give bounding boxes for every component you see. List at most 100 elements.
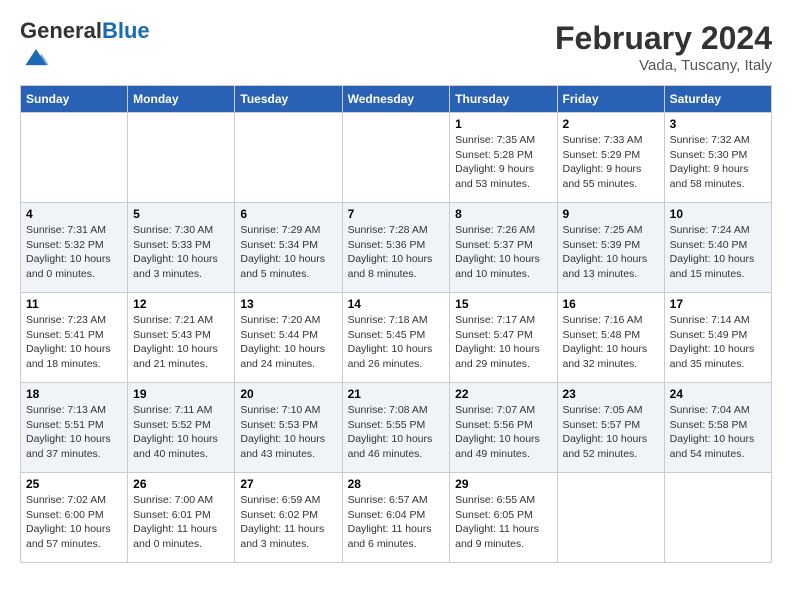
day-info: Sunrise: 7:05 AM Sunset: 5:57 PM Dayligh… (563, 403, 659, 462)
day-of-week-header: Monday (128, 86, 235, 113)
calendar-cell: 15Sunrise: 7:17 AM Sunset: 5:47 PM Dayli… (450, 293, 557, 383)
day-info: Sunrise: 7:11 AM Sunset: 5:52 PM Dayligh… (133, 403, 229, 462)
day-info: Sunrise: 7:02 AM Sunset: 6:00 PM Dayligh… (26, 493, 122, 552)
day-number: 25 (26, 477, 122, 491)
day-number: 3 (670, 117, 766, 131)
calendar-cell (235, 113, 342, 203)
day-info: Sunrise: 7:29 AM Sunset: 5:34 PM Dayligh… (240, 223, 336, 282)
calendar-cell: 29 Sunrise: 6:55 AM Sunset: 6:05 PM Dayli… (450, 473, 557, 563)
day-number: 22 (455, 387, 551, 401)
day-number: 24 (670, 387, 766, 401)
calendar-cell: 21 Sunrise: 7:08 AM Sunset: 5:55 PM Dayli… (342, 383, 450, 473)
day-number: 16 (563, 297, 659, 311)
calendar-cell (664, 473, 771, 563)
day-number: 18 (26, 387, 122, 401)
calendar-cell: 28 Sunrise: 6:57 AM Sunset: 6:04 PM Dayli… (342, 473, 450, 563)
calendar-cell: 7 Sunrise: 7:28 AM Sunset: 5:36 PM Daylig… (342, 203, 450, 293)
day-number: 26 (133, 477, 229, 491)
day-number: 19 (133, 387, 229, 401)
calendar-cell (128, 113, 235, 203)
day-number: 12 (133, 297, 229, 311)
calendar-cell: 20 Sunrise: 7:10 AM Sunset: 5:53 PM Dayli… (235, 383, 342, 473)
day-number: 11 (26, 297, 122, 311)
day-info: Sunrise: 7:20 AM Sunset: 5:44 PM Dayligh… (240, 313, 336, 372)
day-info: Sunrise: 7:14 AM Sunset: 5:49 PM Dayligh… (670, 313, 766, 372)
day-info: Sunrise: 7:23 AM Sunset: 5:41 PM Dayligh… (26, 313, 122, 372)
day-info: Sunrise: 7:32 AM Sunset: 5:30 PM Dayligh… (670, 133, 766, 192)
logo-blue-text: Blue (102, 18, 150, 43)
day-number: 17 (670, 297, 766, 311)
calendar-week-row: 4Sunrise: 7:31 AM Sunset: 5:32 PM Daylig… (21, 203, 772, 293)
calendar-cell: 4Sunrise: 7:31 AM Sunset: 5:32 PM Daylig… (21, 203, 128, 293)
location-subtitle: Vada, Tuscany, Italy (555, 57, 772, 74)
logo: GeneralBlue (20, 20, 150, 75)
day-info: Sunrise: 7:17 AM Sunset: 5:47 PM Dayligh… (455, 313, 551, 372)
day-number: 2 (563, 117, 659, 131)
calendar-cell: 1 Sunrise: 7:35 AM Sunset: 5:28 PM Daylig… (450, 113, 557, 203)
day-number: 9 (563, 207, 659, 221)
day-info: Sunrise: 7:04 AM Sunset: 5:58 PM Dayligh… (670, 403, 766, 462)
day-number: 1 (455, 117, 551, 131)
day-info: Sunrise: 6:59 AM Sunset: 6:02 PM Dayligh… (240, 493, 336, 552)
day-info: Sunrise: 7:25 AM Sunset: 5:39 PM Dayligh… (563, 223, 659, 282)
day-info: Sunrise: 7:35 AM Sunset: 5:28 PM Dayligh… (455, 133, 551, 192)
calendar-week-row: 25 Sunrise: 7:02 AM Sunset: 6:00 PM Dayli… (21, 473, 772, 563)
day-number: 10 (670, 207, 766, 221)
day-info: Sunrise: 7:28 AM Sunset: 5:36 PM Dayligh… (348, 223, 445, 282)
day-of-week-header: Sunday (21, 86, 128, 113)
day-info: Sunrise: 7:13 AM Sunset: 5:51 PM Dayligh… (26, 403, 122, 462)
day-number: 7 (348, 207, 445, 221)
calendar-cell: 19 Sunrise: 7:11 AM Sunset: 5:52 PM Dayli… (128, 383, 235, 473)
day-info: Sunrise: 7:07 AM Sunset: 5:56 PM Dayligh… (455, 403, 551, 462)
day-info: Sunrise: 7:10 AM Sunset: 5:53 PM Dayligh… (240, 403, 336, 462)
day-info: Sunrise: 7:08 AM Sunset: 5:55 PM Dayligh… (348, 403, 445, 462)
calendar-cell: 11 Sunrise: 7:23 AM Sunset: 5:41 PM Dayli… (21, 293, 128, 383)
day-info: Sunrise: 7:18 AM Sunset: 5:45 PM Dayligh… (348, 313, 445, 372)
day-number: 21 (348, 387, 445, 401)
calendar-cell: 25 Sunrise: 7:02 AM Sunset: 6:00 PM Dayli… (21, 473, 128, 563)
day-number: 6 (240, 207, 336, 221)
calendar-cell: 24 Sunrise: 7:04 AM Sunset: 5:58 PM Dayli… (664, 383, 771, 473)
day-number: 5 (133, 207, 229, 221)
day-info: Sunrise: 6:57 AM Sunset: 6:04 PM Dayligh… (348, 493, 445, 552)
day-info: Sunrise: 7:30 AM Sunset: 5:33 PM Dayligh… (133, 223, 229, 282)
calendar-week-row: 11 Sunrise: 7:23 AM Sunset: 5:41 PM Dayli… (21, 293, 772, 383)
logo-icon (22, 42, 50, 70)
calendar-cell: 10 Sunrise: 7:24 AM Sunset: 5:40 PM Dayli… (664, 203, 771, 293)
calendar-cell: 14Sunrise: 7:18 AM Sunset: 5:45 PM Dayli… (342, 293, 450, 383)
calendar-cell: 13Sunrise: 7:20 AM Sunset: 5:44 PM Dayli… (235, 293, 342, 383)
day-number: 29 (455, 477, 551, 491)
day-info: Sunrise: 7:21 AM Sunset: 5:43 PM Dayligh… (133, 313, 229, 372)
page-header: GeneralBlue February 2024 Vada, Tuscany,… (20, 20, 772, 75)
calendar-cell (557, 473, 664, 563)
logo-general-text: General (20, 18, 102, 43)
calendar-header-row: SundayMondayTuesdayWednesdayThursdayFrid… (21, 86, 772, 113)
calendar-cell: 18 Sunrise: 7:13 AM Sunset: 5:51 PM Dayli… (21, 383, 128, 473)
calendar-cell: 22 Sunrise: 7:07 AM Sunset: 5:56 PM Dayli… (450, 383, 557, 473)
day-number: 23 (563, 387, 659, 401)
calendar-cell: 6 Sunrise: 7:29 AM Sunset: 5:34 PM Daylig… (235, 203, 342, 293)
month-year-title: February 2024 (555, 20, 772, 57)
calendar-cell: 9 Sunrise: 7:25 AM Sunset: 5:39 PM Daylig… (557, 203, 664, 293)
day-info: Sunrise: 7:00 AM Sunset: 6:01 PM Dayligh… (133, 493, 229, 552)
calendar-cell (342, 113, 450, 203)
day-info: Sunrise: 6:55 AM Sunset: 6:05 PM Dayligh… (455, 493, 551, 552)
day-info: Sunrise: 7:33 AM Sunset: 5:29 PM Dayligh… (563, 133, 659, 192)
calendar-week-row: 18 Sunrise: 7:13 AM Sunset: 5:51 PM Dayli… (21, 383, 772, 473)
calendar-cell: 23 Sunrise: 7:05 AM Sunset: 5:57 PM Dayli… (557, 383, 664, 473)
day-info: Sunrise: 7:24 AM Sunset: 5:40 PM Dayligh… (670, 223, 766, 282)
calendar-cell: 16 Sunrise: 7:16 AM Sunset: 5:48 PM Dayli… (557, 293, 664, 383)
calendar-cell: 17 Sunrise: 7:14 AM Sunset: 5:49 PM Dayli… (664, 293, 771, 383)
title-block: February 2024 Vada, Tuscany, Italy (555, 20, 772, 74)
day-of-week-header: Thursday (450, 86, 557, 113)
day-number: 20 (240, 387, 336, 401)
calendar-cell: 3 Sunrise: 7:32 AM Sunset: 5:30 PM Daylig… (664, 113, 771, 203)
day-number: 27 (240, 477, 336, 491)
day-number: 28 (348, 477, 445, 491)
calendar-cell (21, 113, 128, 203)
calendar-cell: 8Sunrise: 7:26 AM Sunset: 5:37 PM Daylig… (450, 203, 557, 293)
day-of-week-header: Wednesday (342, 86, 450, 113)
day-info: Sunrise: 7:16 AM Sunset: 5:48 PM Dayligh… (563, 313, 659, 372)
day-of-week-header: Saturday (664, 86, 771, 113)
day-info: Sunrise: 7:26 AM Sunset: 5:37 PM Dayligh… (455, 223, 551, 282)
